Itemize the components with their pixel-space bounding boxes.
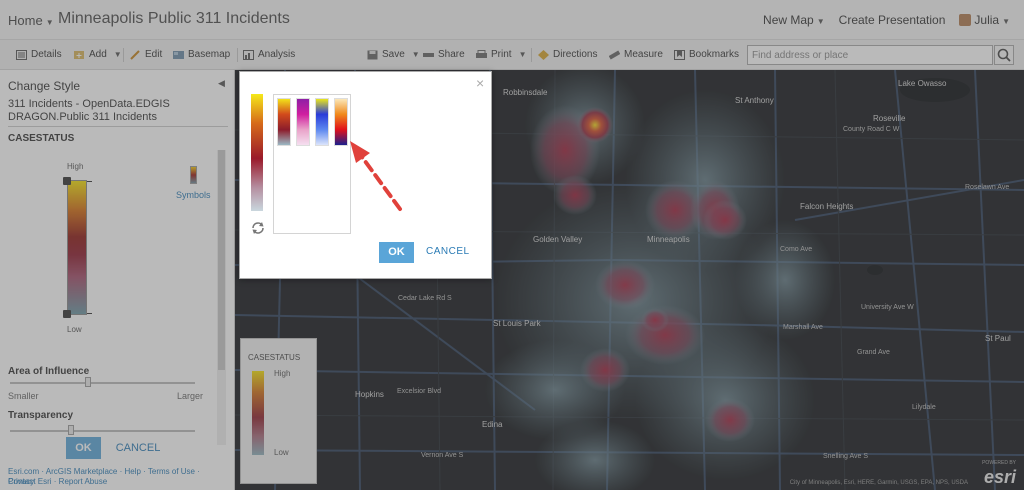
close-icon[interactable]: ×: [476, 75, 484, 91]
color-ramp-option[interactable]: [315, 98, 329, 146]
reset-icon[interactable]: [250, 220, 266, 236]
annotation-arrow-icon: [350, 141, 402, 211]
modal-overlay: [0, 0, 1024, 490]
selected-color-ramp: [251, 94, 263, 211]
dialog-cancel-button[interactable]: CANCEL: [426, 246, 470, 257]
dialog-ok-button[interactable]: OK: [379, 242, 414, 263]
color-ramp-option[interactable]: [296, 98, 310, 146]
color-ramp-option[interactable]: [277, 98, 291, 146]
